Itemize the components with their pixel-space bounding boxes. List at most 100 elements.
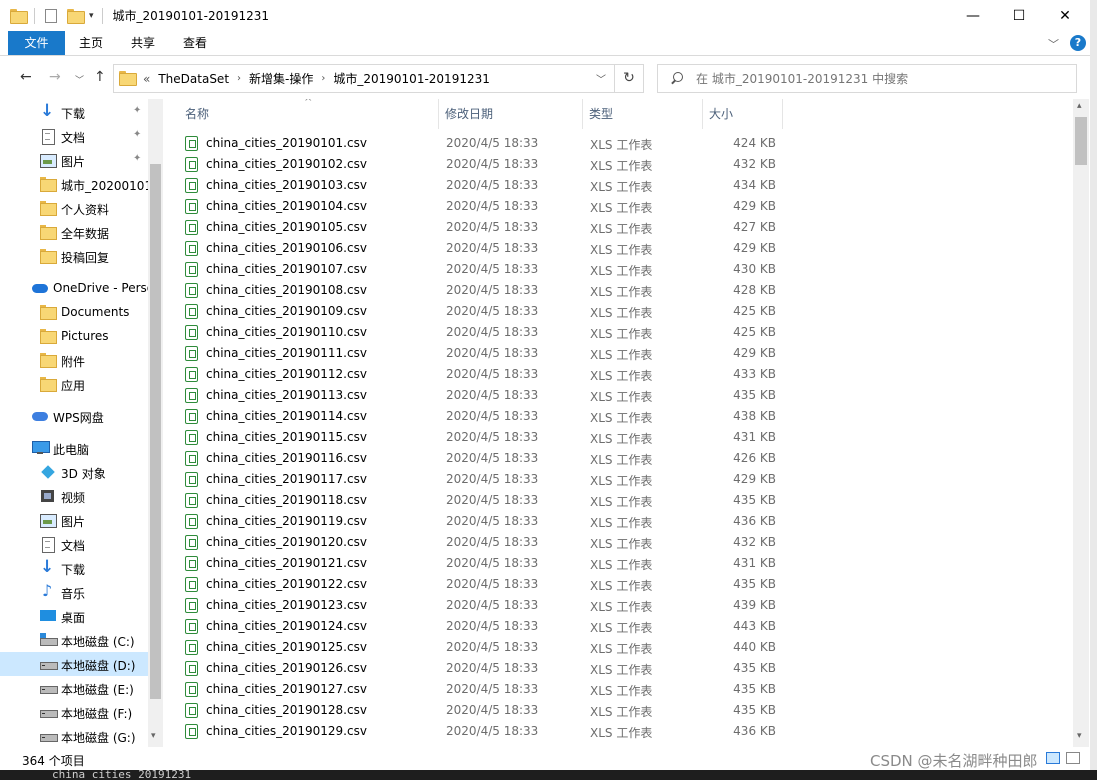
column-header-date[interactable]: 修改日期 (439, 99, 583, 129)
table-row[interactable]: china_cities_20190104.csv 2020/4/5 18:33 X… (179, 196, 779, 217)
sidebar-item[interactable]: Documents (0, 300, 148, 324)
breadcrumb-chevron-icon[interactable]: › (237, 73, 241, 84)
scroll-down-chevron-icon[interactable]: ▾ (1077, 731, 1082, 741)
file-list-scrollbar-thumb[interactable] (1075, 117, 1087, 165)
expand-ribbon-chevron-icon[interactable]: ﹀ (1048, 36, 1059, 52)
sidebar-item[interactable]: 本地磁盘 (D:) (0, 652, 148, 676)
nav-pane-scrollbar-thumb[interactable] (150, 164, 161, 699)
table-row[interactable]: china_cities_20190113.csv 2020/4/5 18:33 X… (179, 385, 779, 406)
tab-home[interactable]: 主页 (65, 31, 117, 55)
sidebar-item[interactable]: OneDrive - Perso (0, 276, 148, 300)
table-row[interactable]: china_cities_20190110.csv 2020/4/5 18:33 X… (179, 322, 779, 343)
table-row[interactable]: china_cities_20190120.csv 2020/4/5 18:33 X… (179, 532, 779, 553)
sidebar-item[interactable]: 视频 (0, 484, 148, 508)
column-header-type[interactable]: 类型 (583, 99, 703, 129)
table-row[interactable]: china_cities_20190115.csv 2020/4/5 18:33 X… (179, 427, 779, 448)
refresh-button[interactable]: ↻ (615, 64, 644, 93)
table-row[interactable]: china_cities_20190108.csv 2020/4/5 18:33 X… (179, 280, 779, 301)
details-view-icon[interactable] (1046, 752, 1060, 764)
table-row[interactable]: china_cities_20190109.csv 2020/4/5 18:33 X… (179, 301, 779, 322)
sidebar-item[interactable]: 3D 对象 (0, 460, 148, 484)
sidebar-item[interactable]: 文档 ✦ (0, 124, 148, 148)
table-row[interactable]: china_cities_20190126.csv 2020/4/5 18:33 X… (179, 658, 779, 679)
table-row[interactable]: china_cities_20190128.csv 2020/4/5 18:33 X… (179, 700, 779, 721)
table-row[interactable]: china_cities_20190112.csv 2020/4/5 18:33 X… (179, 364, 779, 385)
sidebar-item[interactable]: WPS网盘 (0, 404, 148, 428)
address-bar[interactable]: « TheDataSet › 新增集-操作 › 城市_20190101-2019… (113, 64, 615, 93)
pin-icon[interactable]: ✦ (133, 105, 141, 116)
sidebar-item[interactable]: 桌面 (0, 604, 148, 628)
sidebar-item[interactable]: 本地磁盘 (E:) (0, 676, 148, 700)
scroll-down-chevron-icon[interactable]: ▾ (151, 731, 156, 741)
table-row[interactable]: china_cities_20190111.csv 2020/4/5 18:33 X… (179, 343, 779, 364)
back-arrow-icon[interactable]: ← (20, 69, 32, 85)
tab-view[interactable]: 查看 (169, 31, 221, 55)
table-row[interactable]: china_cities_20190107.csv 2020/4/5 18:33 X… (179, 259, 779, 280)
table-row[interactable]: china_cities_20190105.csv 2020/4/5 18:33 X… (179, 217, 779, 238)
search-box[interactable] (657, 64, 1077, 93)
pin-icon[interactable]: ✦ (133, 129, 141, 140)
sidebar-item[interactable]: 图片 ✦ (0, 148, 148, 172)
column-header-size[interactable]: 大小 (703, 99, 783, 129)
sidebar-item[interactable]: 此电脑 (0, 436, 148, 460)
scroll-up-chevron-icon[interactable]: ▴ (1077, 101, 1082, 111)
table-row[interactable]: china_cities_20190103.csv 2020/4/5 18:33 X… (179, 175, 779, 196)
table-row[interactable]: china_cities_20190114.csv 2020/4/5 18:33 X… (179, 406, 779, 427)
breadcrumb-overflow[interactable]: « (143, 72, 150, 86)
table-row[interactable]: china_cities_20190124.csv 2020/4/5 18:33 X… (179, 616, 779, 637)
table-row[interactable]: china_cities_20190119.csv 2020/4/5 18:33 X… (179, 511, 779, 532)
breadcrumb-chevron-icon[interactable]: › (321, 73, 325, 84)
pin-icon[interactable]: ✦ (133, 153, 141, 164)
maximize-button[interactable]: ☐ (996, 0, 1042, 31)
tab-file[interactable]: 文件 (8, 31, 65, 55)
table-row[interactable]: china_cities_20190129.csv 2020/4/5 18:33 X… (179, 721, 779, 742)
recent-locations-chevron-icon[interactable]: ﹀ (75, 73, 84, 86)
csv-file-icon (185, 535, 198, 550)
sidebar-item[interactable]: 个人资料 (0, 196, 148, 220)
breadcrumb-current-folder[interactable]: 城市_20190101-20191231 (333, 70, 490, 87)
help-icon[interactable]: ? (1070, 35, 1086, 51)
nav-pane-scrollbar[interactable]: ▾ (148, 99, 163, 747)
new-folder-icon[interactable] (67, 8, 85, 24)
table-row[interactable]: china_cities_20190123.csv 2020/4/5 18:33 X… (179, 595, 779, 616)
sidebar-item[interactable]: Pictures (0, 324, 148, 348)
large-icons-view-icon[interactable] (1066, 752, 1080, 764)
minimize-button[interactable]: — (950, 0, 996, 31)
close-button[interactable]: ✕ (1042, 0, 1088, 31)
table-row[interactable]: china_cities_20190101.csv 2020/4/5 18:33 X… (179, 133, 779, 154)
search-input[interactable] (696, 71, 1056, 86)
sidebar-item[interactable]: 文档 (0, 532, 148, 556)
address-dropdown-chevron-icon[interactable]: ﹀ (596, 71, 606, 86)
sidebar-item[interactable]: 附件 (0, 348, 148, 372)
table-row[interactable]: china_cities_20190121.csv 2020/4/5 18:33 X… (179, 553, 779, 574)
file-list-scrollbar[interactable]: ▴ ▾ (1073, 99, 1089, 747)
sidebar-item[interactable]: 本地磁盘 (F:) (0, 700, 148, 724)
table-row[interactable]: china_cities_20190127.csv 2020/4/5 18:33 X… (179, 679, 779, 700)
sidebar-item[interactable]: 下载 ✦ (0, 100, 148, 124)
table-row[interactable]: china_cities_20190122.csv 2020/4/5 18:33 X… (179, 574, 779, 595)
sidebar-item[interactable]: 音乐 (0, 580, 148, 604)
table-row[interactable]: china_cities_20190102.csv 2020/4/5 18:33 X… (179, 154, 779, 175)
sidebar-item[interactable]: 城市_20200101 (0, 172, 148, 196)
sidebar-item[interactable]: 本地磁盘 (G:) (0, 724, 148, 747)
breadcrumb-thedataset[interactable]: TheDataSet (158, 72, 229, 86)
sidebar-item[interactable]: 全年数据 (0, 220, 148, 244)
properties-icon[interactable] (45, 8, 57, 23)
table-row[interactable]: china_cities_20190106.csv 2020/4/5 18:33 X… (179, 238, 779, 259)
table-row[interactable]: china_cities_20190117.csv 2020/4/5 18:33 X… (179, 469, 779, 490)
csv-file-icon (185, 325, 198, 340)
qat-dropdown-icon[interactable]: ▾ (89, 11, 94, 21)
sidebar-item[interactable]: 下载 (0, 556, 148, 580)
table-row[interactable]: china_cities_20190116.csv 2020/4/5 18:33 X… (179, 448, 779, 469)
forward-arrow-icon[interactable]: → (49, 69, 61, 85)
table-row[interactable]: china_cities_20190118.csv 2020/4/5 18:33 X… (179, 490, 779, 511)
sidebar-item[interactable]: 图片 (0, 508, 148, 532)
breadcrumb-dataset-ops[interactable]: 新增集-操作 (249, 70, 313, 87)
column-header-name[interactable]: 名称 (179, 99, 439, 129)
sidebar-item[interactable]: 投稿回复 (0, 244, 148, 268)
sidebar-item[interactable]: 本地磁盘 (C:) (0, 628, 148, 652)
sidebar-item[interactable]: 应用 (0, 372, 148, 396)
table-row[interactable]: china_cities_20190125.csv 2020/4/5 18:33 X… (179, 637, 779, 658)
up-arrow-icon[interactable]: ↑ (94, 69, 106, 85)
tab-share[interactable]: 共享 (117, 31, 169, 55)
